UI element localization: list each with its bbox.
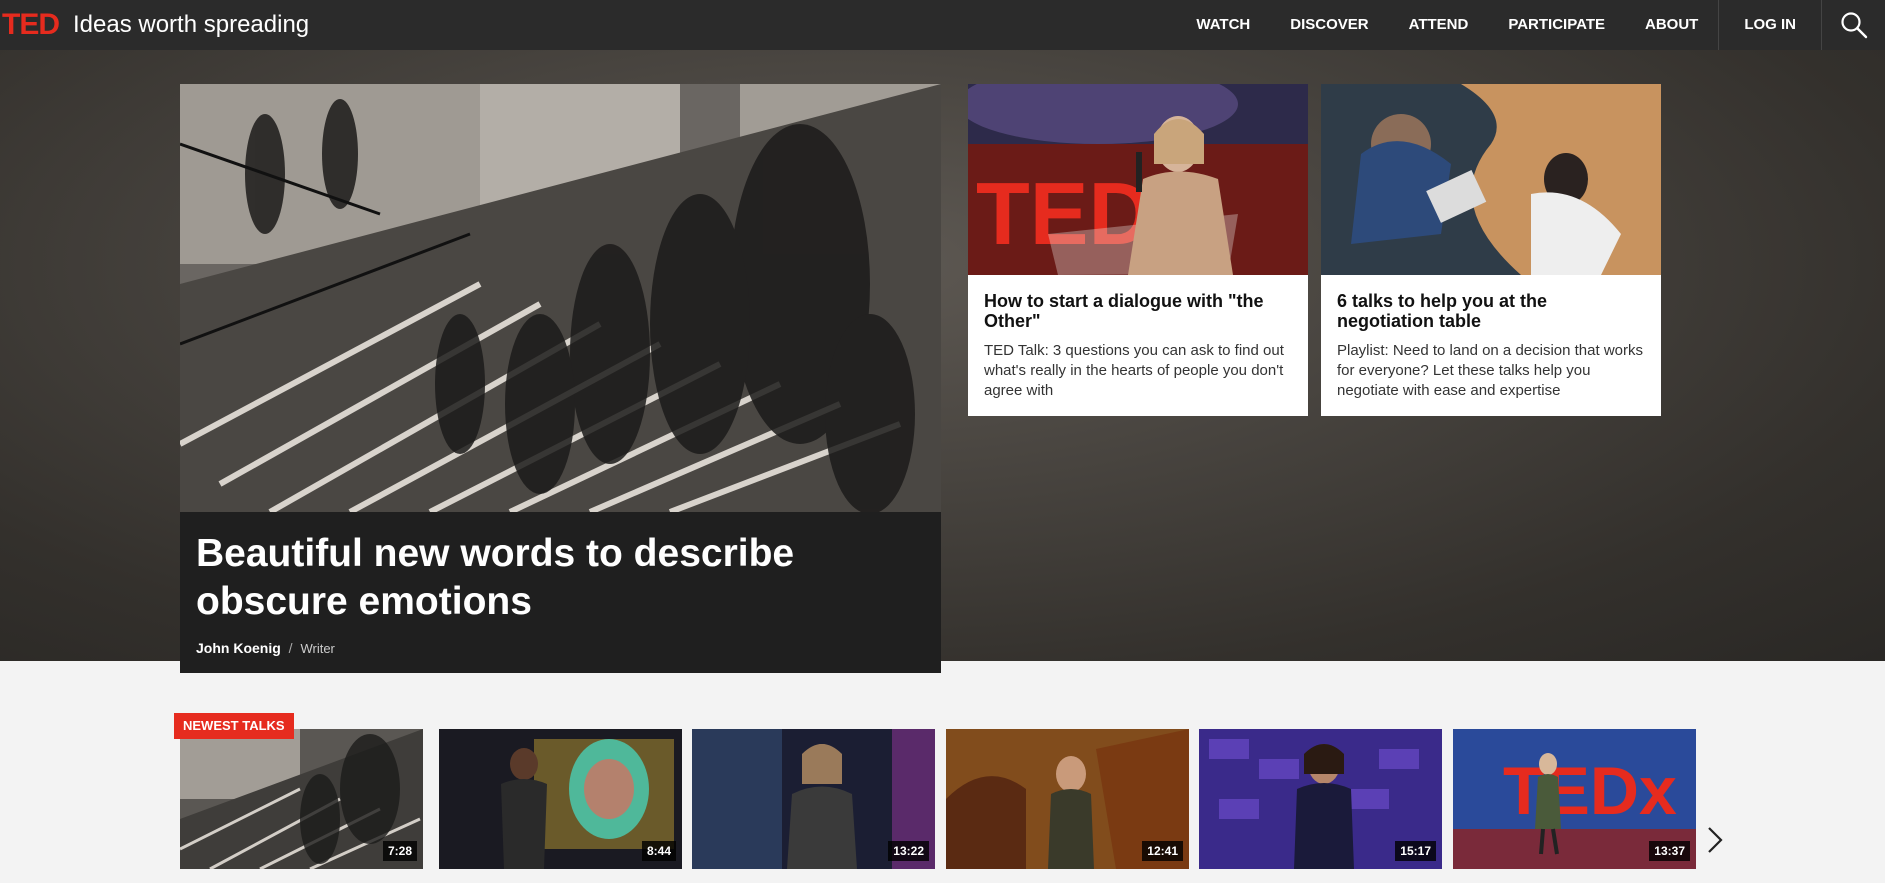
nav-discover[interactable]: DISCOVER <box>1270 0 1388 50</box>
talk-duration: 7:28 <box>382 841 417 861</box>
meta-separator: / <box>288 640 293 656</box>
search-button[interactable] <box>1821 0 1885 50</box>
featured-image-staircase-crowd[interactable] <box>180 84 941 512</box>
chevron-right-icon <box>1708 827 1723 853</box>
story-card[interactable]: 6 talks to help you at the negotiation t… <box>1321 84 1661 416</box>
nav-watch[interactable]: WATCH <box>1176 0 1270 50</box>
nav-about[interactable]: ABOUT <box>1625 0 1718 50</box>
carousel-next-button[interactable] <box>1703 822 1727 858</box>
talk-thumbnail[interactable]: 7:28 <box>180 729 423 869</box>
featured-story[interactable]: Beautiful new words to describe obscure … <box>180 84 941 673</box>
talk-thumbnail[interactable]: TEDx 13:37 <box>1453 729 1696 869</box>
featured-role: Writer <box>300 641 335 656</box>
login-link[interactable]: LOG IN <box>1718 0 1821 50</box>
featured-meta: John Koenig / Writer <box>196 640 335 656</box>
site-header: TED Ideas worth spreading WATCH DISCOVER… <box>0 0 1885 50</box>
talk-thumbnail[interactable]: 12:41 <box>946 729 1189 869</box>
talk-thumbnail[interactable]: 8:44 <box>439 729 682 869</box>
tagline: Ideas worth spreading <box>73 11 310 38</box>
talk-duration: 12:41 <box>1142 841 1183 861</box>
talk-duration: 13:22 <box>888 841 929 861</box>
ted-logo[interactable]: TED <box>2 0 60 50</box>
card-description: TED Talk: 3 questions you can ask to fin… <box>984 342 1284 399</box>
card-image-speaker[interactable]: TED <box>968 84 1308 275</box>
story-card[interactable]: TED How to start a dialogue with "the Ot… <box>968 84 1308 416</box>
card-title[interactable]: 6 talks to help you at the negotiation t… <box>1337 291 1647 331</box>
featured-caption: Beautiful new words to describe obscure … <box>180 512 941 673</box>
talk-duration: 13:37 <box>1649 841 1690 861</box>
talk-duration: 8:44 <box>641 841 676 861</box>
talk-thumbnail[interactable]: 13:22 <box>692 729 935 869</box>
talk-duration: 15:17 <box>1395 841 1436 861</box>
main-nav: WATCH DISCOVER ATTEND PARTICIPATE ABOUT … <box>1176 0 1885 50</box>
newest-talks-badge: NEWEST TALKS <box>174 713 294 739</box>
svg-text:TEDx: TEDx <box>1503 753 1677 829</box>
nav-participate[interactable]: PARTICIPATE <box>1488 0 1625 50</box>
featured-title[interactable]: Beautiful new words to describe obscure … <box>196 530 896 626</box>
search-icon <box>1840 12 1867 39</box>
nav-attend[interactable]: ATTEND <box>1389 0 1489 50</box>
talk-thumbnail[interactable]: 15:17 <box>1199 729 1442 869</box>
card-image-negotiation[interactable] <box>1321 84 1661 275</box>
featured-author[interactable]: John Koenig <box>196 640 281 656</box>
card-title[interactable]: How to start a dialogue with "the Other" <box>984 291 1294 331</box>
card-description: Playlist: Need to land on a decision tha… <box>1337 342 1643 399</box>
